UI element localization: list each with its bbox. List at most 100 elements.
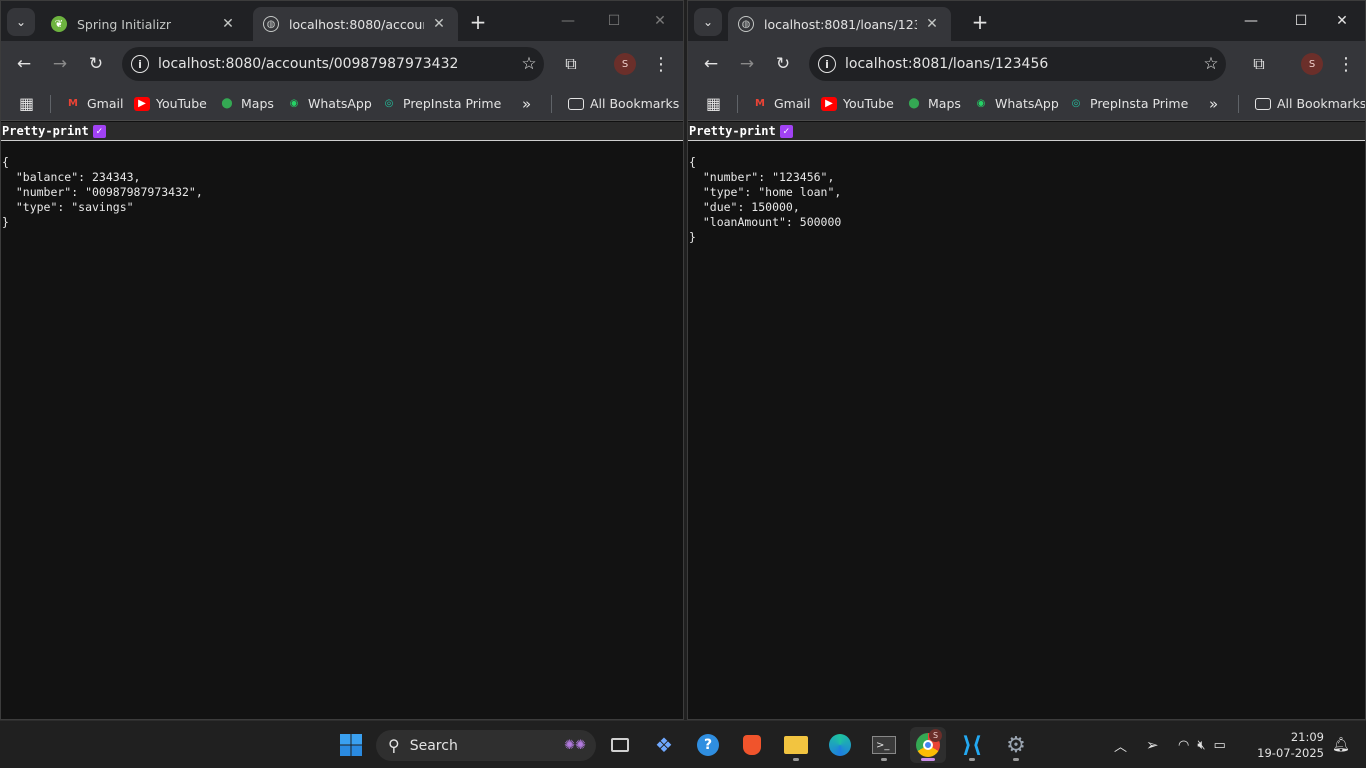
gear-icon: ⚙	[1006, 732, 1026, 758]
system-clock[interactable]: 21:09 19-07-2025	[1257, 729, 1324, 761]
pretty-print-checkbox[interactable]: ✓	[779, 124, 793, 138]
address-bar[interactable]: i localhost:8080/accounts/00987987973432…	[122, 47, 544, 81]
close-window-button[interactable]: ✕	[1319, 1, 1365, 41]
maps-icon: ⬤	[908, 98, 920, 109]
tab-localhost-accounts[interactable]: ◍ localhost:8080/accounts/00987987973432…	[253, 7, 458, 41]
close-icon: ✕	[654, 13, 666, 29]
bookmark-label: WhatsApp	[995, 96, 1059, 111]
close-tab-icon[interactable]: ✕	[923, 16, 941, 32]
copilot-button[interactable]: ❖	[646, 727, 682, 763]
youtube-icon: ▶	[134, 96, 150, 111]
settings-button[interactable]: ⚙	[998, 727, 1034, 763]
back-button[interactable]: ←	[10, 50, 38, 78]
apps-grid-icon[interactable]: ▦	[19, 94, 34, 113]
bookmark-maps[interactable]: ⬤ Maps	[219, 96, 274, 111]
json-viewer: { "balance": 234343, "number": "00987987…	[2, 155, 203, 229]
desktop: ⌄ ❦ Spring Initializr ✕ ◍ localhost:8080…	[0, 0, 1366, 768]
reload-button[interactable]: ↻	[769, 50, 797, 78]
extensions-button[interactable]: ⧉	[557, 50, 585, 78]
reload-button[interactable]: ↻	[82, 50, 110, 78]
all-bookmarks-label: All Bookmarks	[1277, 96, 1366, 111]
minimize-button[interactable]: —	[1228, 1, 1274, 41]
copilot-icon: ❖	[655, 733, 673, 757]
page-content: Pretty-print ✓ { "number": "123456", "ty…	[688, 122, 1365, 719]
show-hidden-icons-button[interactable]: ︿	[1114, 721, 1127, 768]
edge-button[interactable]	[822, 727, 858, 763]
new-tab-button[interactable]: +	[967, 9, 993, 35]
forward-button[interactable]: →	[733, 50, 761, 78]
taskbar-search[interactable]: ⚲ Search ✺✺	[376, 730, 596, 761]
close-tab-icon[interactable]: ✕	[219, 16, 237, 32]
tab-search-button[interactable]: ⌄	[694, 8, 722, 36]
search-icon: ⚲	[388, 736, 400, 755]
bookmark-youtube[interactable]: ▶ YouTube	[821, 96, 894, 111]
tab-title: localhost:8081/loans/123456	[764, 16, 917, 32]
minimize-button[interactable]: —	[545, 1, 591, 41]
profile-avatar[interactable]: S	[614, 53, 636, 75]
site-info-icon[interactable]: i	[131, 55, 149, 73]
profile-avatar[interactable]: S	[1301, 53, 1323, 75]
url-text[interactable]: localhost:8081/loans/123456	[845, 56, 1196, 72]
address-bar[interactable]: i localhost:8081/loans/123456 ☆	[809, 47, 1226, 81]
more-bookmarks-button[interactable]: »	[522, 95, 531, 113]
start-button[interactable]	[333, 727, 369, 763]
brave-button[interactable]	[734, 727, 770, 763]
terminal-button[interactable]: >_	[866, 727, 902, 763]
all-bookmarks-button[interactable]: All Bookmarks	[1255, 96, 1366, 111]
bookmark-whatsapp[interactable]: ◉ WhatsApp	[286, 96, 372, 111]
browser-menu-button[interactable]: ⋮	[651, 50, 671, 78]
new-tab-button[interactable]: +	[465, 9, 491, 35]
folder-icon	[1255, 97, 1271, 110]
bookmark-youtube[interactable]: ▶ YouTube	[134, 96, 207, 111]
more-bookmarks-button[interactable]: »	[1209, 95, 1218, 113]
tab-search-button[interactable]: ⌄	[7, 8, 35, 36]
maximize-icon: ☐	[607, 13, 621, 29]
browser-menu-button[interactable]: ⋮	[1336, 50, 1356, 78]
speaker-muted-icon: 🔇︎	[1197, 737, 1206, 753]
clock-date: 19-07-2025	[1257, 746, 1324, 760]
task-view-button[interactable]	[602, 727, 638, 763]
apps-grid-icon[interactable]: ▦	[706, 94, 721, 113]
tab-strip: ⌄ ❦ Spring Initializr ✕ ◍ localhost:8080…	[1, 1, 683, 41]
close-window-button[interactable]: ✕	[637, 1, 683, 41]
browser-window-left: ⌄ ❦ Spring Initializr ✕ ◍ localhost:8080…	[0, 0, 684, 720]
plus-icon: +	[469, 10, 487, 34]
pretty-print-checkbox[interactable]: ✓	[92, 124, 106, 138]
chrome-button[interactable]: S	[910, 727, 946, 763]
clock-time: 21:09	[1290, 730, 1324, 744]
quick-settings-button[interactable]: ◠ 🔇︎ ▭	[1178, 721, 1226, 768]
extensions-button[interactable]: ⧉	[1245, 50, 1273, 78]
bookmark-label: YouTube	[156, 96, 207, 111]
tab-title: localhost:8080/accounts/00987987973432	[289, 16, 424, 32]
file-explorer-button[interactable]	[778, 727, 814, 763]
get-help-button[interactable]: ?	[690, 727, 726, 763]
bookmark-label: PrepInsta Prime	[1090, 96, 1189, 111]
battery-icon: ▭	[1213, 737, 1226, 753]
active-indicator	[921, 758, 935, 761]
bookmark-gmail[interactable]: M Gmail	[65, 96, 123, 111]
folder-icon	[568, 97, 584, 110]
bookmark-gmail[interactable]: M Gmail	[752, 96, 810, 111]
site-info-icon[interactable]: i	[818, 55, 836, 73]
close-tab-icon[interactable]: ✕	[430, 16, 448, 32]
tab-localhost-loans[interactable]: ◍ localhost:8081/loans/123456 ✕	[728, 7, 951, 41]
bookmark-prepinsta[interactable]: ◎ PrepInsta Prime	[381, 96, 502, 111]
bookmarks-bar: ▦ M Gmail ▶ YouTube ⬤ Maps ◉ WhatsApp ◎ PrepI…	[1, 87, 683, 121]
url-text[interactable]: localhost:8080/accounts/00987987973432	[158, 56, 514, 72]
folder-icon	[784, 736, 808, 754]
bookmark-maps[interactable]: ⬤ Maps	[906, 96, 961, 111]
bookmark-prepinsta[interactable]: ◎ PrepInsta Prime	[1068, 96, 1189, 111]
location-tray[interactable]: ➢	[1146, 721, 1159, 768]
vscode-button[interactable]: ⟩⟨	[954, 727, 990, 763]
bookmark-star-icon[interactable]: ☆	[514, 54, 544, 74]
bookmark-star-icon[interactable]: ☆	[1196, 54, 1226, 74]
tab-spring-initializr[interactable]: ❦ Spring Initializr ✕	[41, 7, 247, 41]
forward-button[interactable]: →	[46, 50, 74, 78]
notifications-button[interactable]: 🔔︎	[1332, 721, 1350, 768]
kebab-menu-icon: ⋮	[652, 53, 670, 75]
bookmark-whatsapp[interactable]: ◉ WhatsApp	[973, 96, 1059, 111]
maximize-button[interactable]: ☐	[591, 1, 637, 41]
maximize-button[interactable]: ☐	[1278, 1, 1324, 41]
all-bookmarks-button[interactable]: All Bookmarks	[568, 96, 679, 111]
back-button[interactable]: ←	[697, 50, 725, 78]
